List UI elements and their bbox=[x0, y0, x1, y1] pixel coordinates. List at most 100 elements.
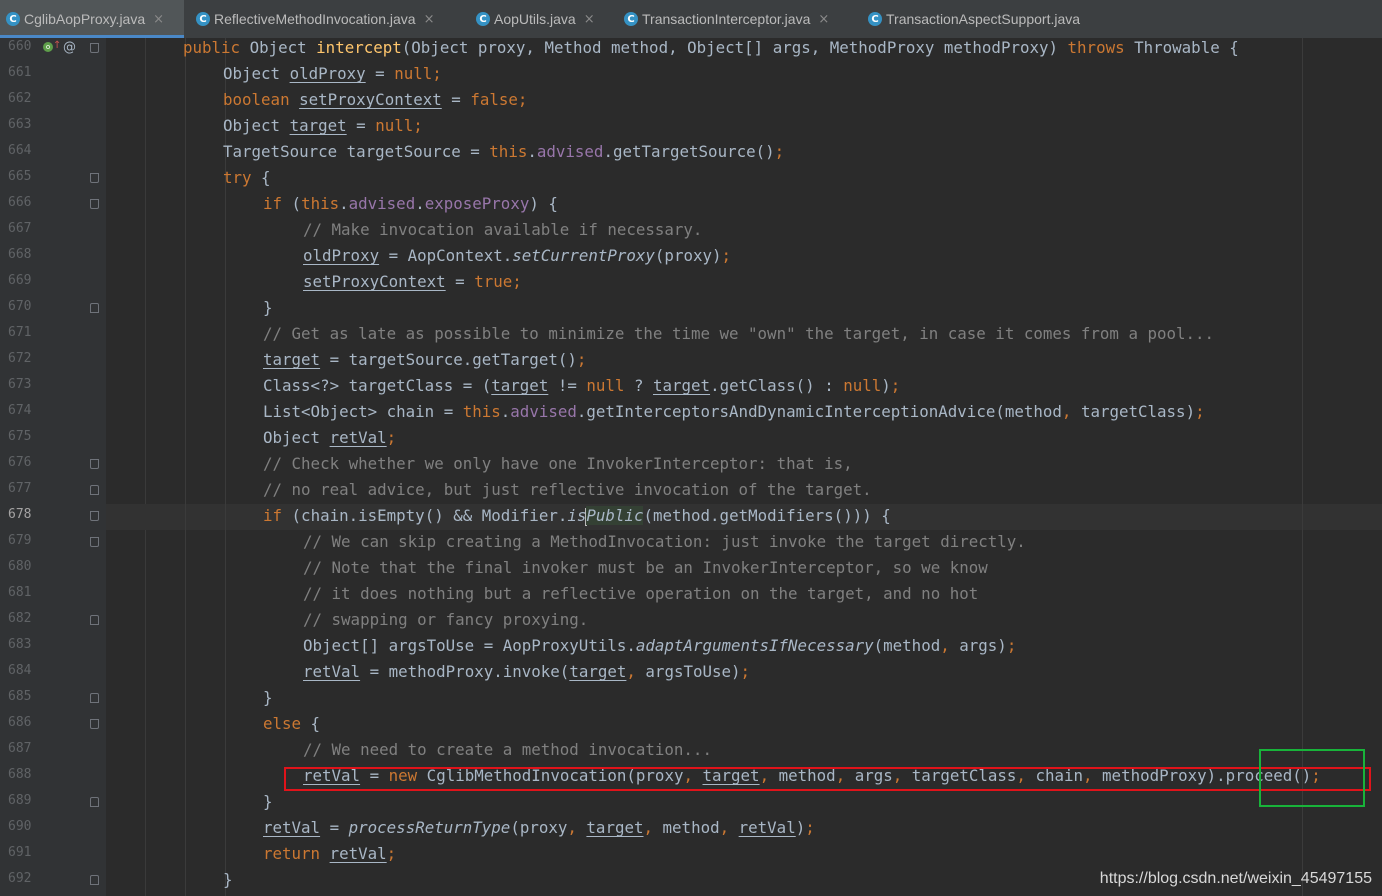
fold-marker-icon[interactable] bbox=[90, 719, 99, 729]
line-number[interactable]: 665 bbox=[8, 169, 36, 184]
line-number[interactable]: 691 bbox=[8, 845, 36, 860]
line-number[interactable]: 671 bbox=[8, 325, 36, 340]
fold-marker-icon[interactable] bbox=[90, 173, 99, 183]
tab-label: ReflectiveMethodInvocation.java bbox=[214, 11, 416, 27]
tab-label: CglibAopProxy.java bbox=[24, 11, 146, 27]
fold-marker-icon[interactable] bbox=[90, 615, 99, 625]
red-highlight-box bbox=[284, 767, 1371, 791]
code-line-672: target = targetSource.getTarget(); bbox=[263, 350, 587, 369]
line-number[interactable]: 668 bbox=[8, 247, 36, 262]
code-line-684: retVal = methodProxy.invoke(target, args… bbox=[303, 662, 751, 681]
tab-reflective-method-invocation[interactable]: C ReflectiveMethodInvocation.java × bbox=[190, 0, 466, 38]
gutter-separator bbox=[145, 38, 146, 896]
tab-label: TransactionAspectSupport.java bbox=[886, 11, 1081, 27]
line-number[interactable]: 670 bbox=[8, 299, 36, 314]
code-line-675: Object retVal; bbox=[263, 428, 397, 447]
line-number[interactable]: 676 bbox=[8, 455, 36, 470]
line-number[interactable]: 689 bbox=[8, 793, 36, 808]
close-icon[interactable]: × bbox=[153, 12, 164, 27]
editor-tab-bar: C CglibAopProxy.java × C ReflectiveMetho… bbox=[0, 0, 1382, 39]
line-number[interactable]: 690 bbox=[8, 819, 36, 834]
line-number[interactable]: 686 bbox=[8, 715, 36, 730]
line-number[interactable]: 684 bbox=[8, 663, 36, 678]
code-line-661: Object oldProxy = null; bbox=[223, 64, 442, 83]
fold-marker-icon[interactable] bbox=[90, 303, 99, 313]
annotation-marker-icon[interactable]: @ bbox=[63, 40, 76, 55]
tab-transaction-aspect-support[interactable]: C TransactionAspectSupport.java bbox=[862, 0, 1124, 38]
line-number[interactable]: 662 bbox=[8, 91, 36, 106]
code-line-674: List<Object> chain = this.advised.getInt… bbox=[263, 402, 1205, 421]
code-line-666: if (this.advised.exposeProxy) { bbox=[263, 194, 558, 213]
code-comment-681: // it does nothing but a reflective oper… bbox=[303, 584, 979, 603]
fold-marker-icon[interactable] bbox=[90, 537, 99, 547]
tab-cglib-aop-proxy[interactable]: C CglibAopProxy.java × bbox=[0, 0, 184, 38]
line-number[interactable]: 682 bbox=[8, 611, 36, 626]
fold-marker-icon[interactable] bbox=[90, 485, 99, 495]
java-class-icon: C bbox=[868, 12, 882, 26]
close-icon[interactable]: × bbox=[424, 12, 435, 27]
override-arrow-icon[interactable]: ↑ bbox=[53, 40, 61, 51]
code-comment-671: // Get as late as possible to minimize t… bbox=[263, 324, 1215, 343]
tab-label: AopUtils.java bbox=[494, 11, 576, 27]
fold-marker-icon[interactable] bbox=[90, 693, 99, 703]
line-number[interactable]: 660 bbox=[8, 39, 36, 54]
code-line-663: Object target = null; bbox=[223, 116, 423, 135]
line-number[interactable]: 667 bbox=[8, 221, 36, 236]
line-number[interactable]: 681 bbox=[8, 585, 36, 600]
line-number[interactable]: 661 bbox=[8, 65, 36, 80]
fold-marker-icon[interactable] bbox=[90, 875, 99, 885]
tab-aop-utils[interactable]: C AopUtils.java × bbox=[470, 0, 614, 38]
line-number[interactable]: 673 bbox=[8, 377, 36, 392]
line-number[interactable]: 666 bbox=[8, 195, 36, 210]
code-line-690: retVal = processReturnType(proxy, target… bbox=[263, 818, 815, 837]
line-number[interactable]: 664 bbox=[8, 143, 36, 158]
java-class-icon: C bbox=[624, 12, 638, 26]
line-number[interactable]: 687 bbox=[8, 741, 36, 756]
line-number[interactable]: 685 bbox=[8, 689, 36, 704]
line-number[interactable]: 680 bbox=[8, 559, 36, 574]
fold-marker-icon[interactable] bbox=[90, 797, 99, 807]
code-line-685: } bbox=[263, 688, 273, 707]
line-number[interactable]: 672 bbox=[8, 351, 36, 366]
java-class-icon: C bbox=[476, 12, 490, 26]
code-comment-676: // Check whether we only have one Invoke… bbox=[263, 454, 853, 473]
line-number[interactable]: 683 bbox=[8, 637, 36, 652]
code-comment-682: // swapping or fancy proxying. bbox=[303, 610, 589, 629]
code-comment-680: // Note that the final invoker must be a… bbox=[303, 558, 988, 577]
green-highlight-box bbox=[1259, 749, 1365, 807]
line-number[interactable]: 674 bbox=[8, 403, 36, 418]
code-line-660: public Object intercept(Object proxy, Me… bbox=[183, 38, 1239, 57]
close-icon[interactable]: × bbox=[818, 12, 829, 27]
watermark: https://blog.csdn.net/weixin_45497155 bbox=[1099, 870, 1372, 887]
code-line-691: return retVal; bbox=[263, 844, 397, 863]
line-number[interactable]: 678 bbox=[8, 507, 36, 522]
line-number[interactable]: 677 bbox=[8, 481, 36, 496]
line-number[interactable]: 679 bbox=[8, 533, 36, 548]
code-comment-677: // no real advice, but just reflective i… bbox=[263, 480, 872, 499]
code-comment-667: // Make invocation available if necessar… bbox=[303, 220, 703, 239]
fold-marker-icon[interactable] bbox=[90, 459, 99, 469]
indent-guide bbox=[185, 38, 186, 896]
code-line-670: } bbox=[263, 298, 273, 317]
code-comment-687: // We need to create a method invocation… bbox=[303, 740, 712, 759]
java-class-icon: C bbox=[196, 12, 210, 26]
line-number[interactable]: 669 bbox=[8, 273, 36, 288]
code-comment-679: // We can skip creating a MethodInvocati… bbox=[303, 532, 1026, 551]
code-line-665: try { bbox=[223, 168, 271, 187]
line-number[interactable]: 692 bbox=[8, 871, 36, 886]
code-line-662: boolean setProxyContext = false; bbox=[223, 90, 528, 109]
code-line-669: setProxyContext = true; bbox=[303, 272, 522, 291]
tab-transaction-interceptor[interactable]: C TransactionInterceptor.java × bbox=[618, 0, 858, 38]
code-line-686: else { bbox=[263, 714, 321, 733]
fold-marker-icon[interactable] bbox=[90, 511, 99, 521]
override-method-icon[interactable]: o bbox=[43, 42, 53, 52]
line-number[interactable]: 675 bbox=[8, 429, 36, 444]
code-line-678[interactable]: if (chain.isEmpty() && Modifier.isPublic… bbox=[263, 503, 891, 529]
close-icon[interactable]: × bbox=[584, 12, 595, 27]
fold-marker-icon[interactable] bbox=[90, 43, 99, 53]
code-line-692: } bbox=[223, 870, 233, 889]
line-number[interactable]: 688 bbox=[8, 767, 36, 782]
tab-label: TransactionInterceptor.java bbox=[642, 11, 811, 27]
fold-marker-icon[interactable] bbox=[90, 199, 99, 209]
line-number[interactable]: 663 bbox=[8, 117, 36, 132]
